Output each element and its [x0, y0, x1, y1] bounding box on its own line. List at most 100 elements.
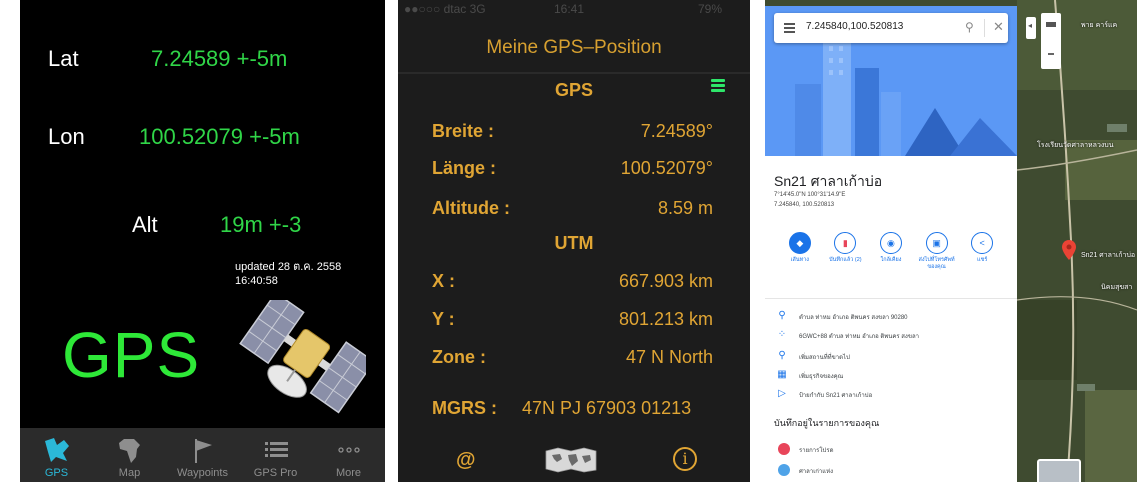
africa-map-icon	[108, 434, 152, 466]
pin-icon: ⚲	[778, 310, 786, 321]
y-value: 801.213 km	[618, 309, 713, 329]
tab-more-label: More	[335, 467, 362, 479]
tab-gps-pro-label: GPS Pro	[253, 467, 298, 479]
saved-list-favorites-label: รายการโปรด	[799, 448, 834, 454]
zoom-out-icon[interactable]	[1048, 53, 1054, 55]
search-box[interactable]: 7.245840,100.520813 ⚲ ✕	[774, 13, 1008, 43]
add-business-text: เพิ่มธุรกิจของคุณ	[799, 374, 844, 380]
tab-map-label: Map	[118, 467, 141, 479]
action-buttons: ◆ เส้นทาง ▮ บันทึกแล้ว (2) ◉ ใกล้เคียง ▣…	[765, 232, 1017, 290]
label-text: ป้ายกำกับ Sn21 ศาลาเก้าบ่อ	[799, 393, 873, 399]
lon-label: Lon	[48, 124, 85, 149]
tab-more[interactable]: More	[312, 428, 385, 482]
map-label-1: พาย คาร์แค	[1081, 22, 1118, 29]
nearby-label: ใกล้เคียง	[880, 257, 902, 263]
lat-value: 7.24589 +-5m	[151, 46, 288, 71]
tab-gps-label: GPS	[44, 467, 69, 479]
add-place-icon: ⚲	[778, 350, 786, 361]
tab-gps-pro[interactable]: GPS Pro	[239, 428, 312, 482]
close-icon[interactable]: ✕	[993, 19, 1004, 35]
hamburger-menu-icon[interactable]	[784, 23, 795, 33]
place-title: Sn21 ศาลาเก้าบ่อ	[774, 173, 883, 189]
add-business-row[interactable]: ▦ เพิ่มธุรกิจของคุณ	[765, 369, 1017, 385]
coords-decimal: 7.245840, 100.520813	[774, 202, 835, 208]
plus-code-icon: ⁘	[777, 329, 787, 340]
search-input[interactable]: 7.245840,100.520813	[806, 21, 903, 32]
place-card: 7.245840,100.520813 ⚲ ✕ Sn21 ศาลาเก้าบ่อ…	[765, 6, 1017, 482]
location-pin-icon[interactable]	[1062, 240, 1076, 260]
meine-gps-position-screen: ●●○○○ dtac 3G 16:41 79% Meine GPS–Positi…	[398, 0, 750, 482]
add-place-text: เพิ่มสถานที่ที่ขาดไป	[799, 355, 850, 361]
page-title: Meine GPS–Position	[486, 37, 662, 58]
tab-gps[interactable]: GPS	[20, 428, 93, 482]
google-maps-screen: พาย คาร์แค โรงเรียนวัดศาลาหลวงบน Sn21 ศา…	[765, 0, 1137, 482]
send-to-phone-label: ส่งไปที่โทรศัพท์ของคุณ	[918, 257, 955, 270]
divider	[765, 298, 1017, 299]
saved-lists-heading: บันทึกอยู่ในรายการของคุณ	[774, 418, 880, 428]
laenge-label: Länge :	[432, 158, 497, 178]
x-value: 667.903 km	[618, 271, 713, 291]
saved-button[interactable]: ▮ บันทึกแล้ว (2)	[826, 232, 864, 290]
gps-map-icon	[35, 434, 79, 466]
place-hero-image: 7.245840,100.520813 ⚲ ✕	[765, 6, 1017, 156]
list-dot-icon	[778, 464, 790, 476]
y-label: Y :	[432, 309, 455, 329]
share-icon: <	[971, 232, 994, 254]
info-button[interactable]: i	[673, 447, 697, 471]
saved-list-2-label: ศาลาเก่าแห่ง	[799, 469, 834, 475]
status-bar: ●●○○○ dtac 3G 16:41 79%	[398, 0, 750, 18]
coords-dms: 7°14'45.0"N 100°31'14.9"E	[774, 192, 846, 198]
email-at-button[interactable]: @	[456, 449, 476, 472]
saved-list-favorites[interactable]: รายการโปรด	[765, 443, 1017, 459]
nearby-icon: ◉	[879, 232, 902, 254]
pegman-icon	[1046, 22, 1056, 27]
tab-waypoints[interactable]: Waypoints	[166, 428, 239, 482]
nearby-button[interactable]: ◉ ใกล้เคียง	[872, 232, 910, 290]
directions-icon: ◆	[788, 232, 811, 254]
more-dots-icon	[327, 434, 371, 466]
saved-list-2[interactable]: ศาลาเก่าแห่ง	[765, 464, 1017, 480]
updated-timestamp: updated 28 ต.ค. 2558 16:40:58	[235, 261, 342, 287]
saved-label: บันทึกแล้ว (2)	[829, 257, 862, 263]
address-row[interactable]: ⚲ ตำบล ท่าหม อำเภอ ติพนคร สงขลา 90280	[765, 310, 1017, 326]
breite-label: Breite :	[432, 121, 495, 141]
flag-icon	[181, 434, 225, 466]
collapse-panel-button[interactable]: ◂	[1026, 17, 1036, 39]
plus-code-text: 6GWC+88 ตำบล ท่าหม อำเภอ ติพนคร สงขลา	[799, 334, 920, 340]
label-icon: ▷	[778, 388, 786, 399]
status-time: 16:41	[554, 2, 585, 16]
gps-app-screen: Lat 7.24589 +-5m Lon 100.52079 +-5m Alt …	[20, 0, 385, 482]
map-label-2: โรงเรียนวัดศาลาหลวงบน	[1037, 142, 1114, 149]
zone-value: 47 N North	[625, 347, 713, 367]
heart-icon	[778, 443, 790, 455]
laenge-value: 100.52079°	[620, 158, 713, 178]
label-row[interactable]: ▷ ป้ายกำกับ Sn21 ศาลาเก้าบ่อ	[765, 388, 1017, 404]
world-map-button[interactable]	[544, 447, 598, 473]
list-icon	[254, 434, 298, 466]
business-icon: ▦	[777, 369, 787, 380]
bookmark-icon: ▮	[834, 232, 857, 254]
directions-button[interactable]: ◆ เส้นทาง	[781, 232, 819, 290]
altitude-label: Altitude :	[432, 198, 510, 218]
lon-value: 100.52079 +-5m	[139, 124, 300, 149]
satellite-icon	[239, 300, 366, 414]
add-place-row[interactable]: ⚲ เพิ่มสถานที่ที่ขาดไป	[765, 350, 1017, 366]
section-utm-heading: UTM	[554, 233, 594, 253]
map-label-3: Sn21 ศาลาเก้าบ่อ	[1081, 252, 1136, 259]
address-text: ตำบล ท่าหม อำเภอ ติพนคร สงขลา 90280	[799, 315, 908, 321]
breite-value: 7.24589°	[640, 121, 713, 141]
share-label: แชร์	[977, 257, 988, 263]
mgrs-value: 47N PJ 67903 01213	[522, 398, 692, 418]
tab-map[interactable]: Map	[93, 428, 166, 482]
zoom-control[interactable]	[1041, 13, 1061, 69]
send-to-phone-button[interactable]: ▣ ส่งไปที่โทรศัพท์ของคุณ	[918, 232, 956, 290]
layer-switcher[interactable]	[1037, 459, 1081, 482]
menu-icon[interactable]	[711, 79, 725, 97]
share-button[interactable]: < แชร์	[963, 232, 1001, 290]
section-gps-heading: GPS	[554, 80, 593, 100]
header-divider	[398, 72, 750, 74]
mgrs-label: MGRS :	[432, 398, 497, 418]
search-icon[interactable]: ⚲	[965, 20, 974, 34]
send-to-phone-icon: ▣	[925, 232, 948, 254]
plus-code-row[interactable]: ⁘ 6GWC+88 ตำบล ท่าหม อำเภอ ติพนคร สงขลา	[765, 329, 1017, 345]
